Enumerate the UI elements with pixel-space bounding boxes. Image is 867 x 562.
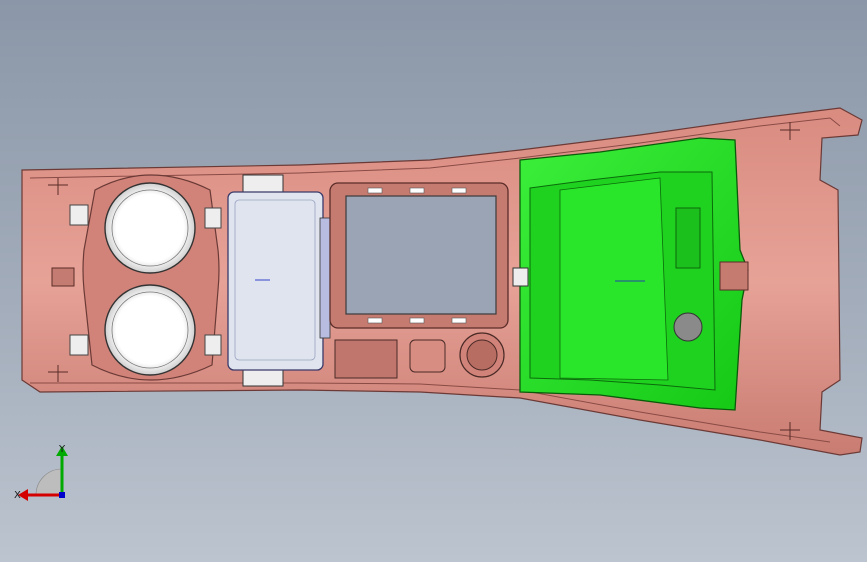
z-axis-marker [59, 492, 65, 498]
cupholder-assembly [69, 174, 222, 381]
storage-bin-insert [512, 137, 749, 411]
triad-base [35, 468, 63, 496]
switch-panel [227, 174, 331, 387]
console-model[interactable] [0, 0, 867, 562]
y-axis-label: Y [58, 444, 66, 455]
shifter-bezel-frame [329, 182, 509, 329]
cupholder-rear [104, 284, 196, 376]
cad-viewport[interactable]: Y X [0, 0, 867, 562]
cupholder-front [104, 182, 196, 274]
axis-triad: Y X [14, 444, 68, 501]
lower-features [334, 332, 505, 379]
x-axis-label: X [14, 490, 21, 501]
